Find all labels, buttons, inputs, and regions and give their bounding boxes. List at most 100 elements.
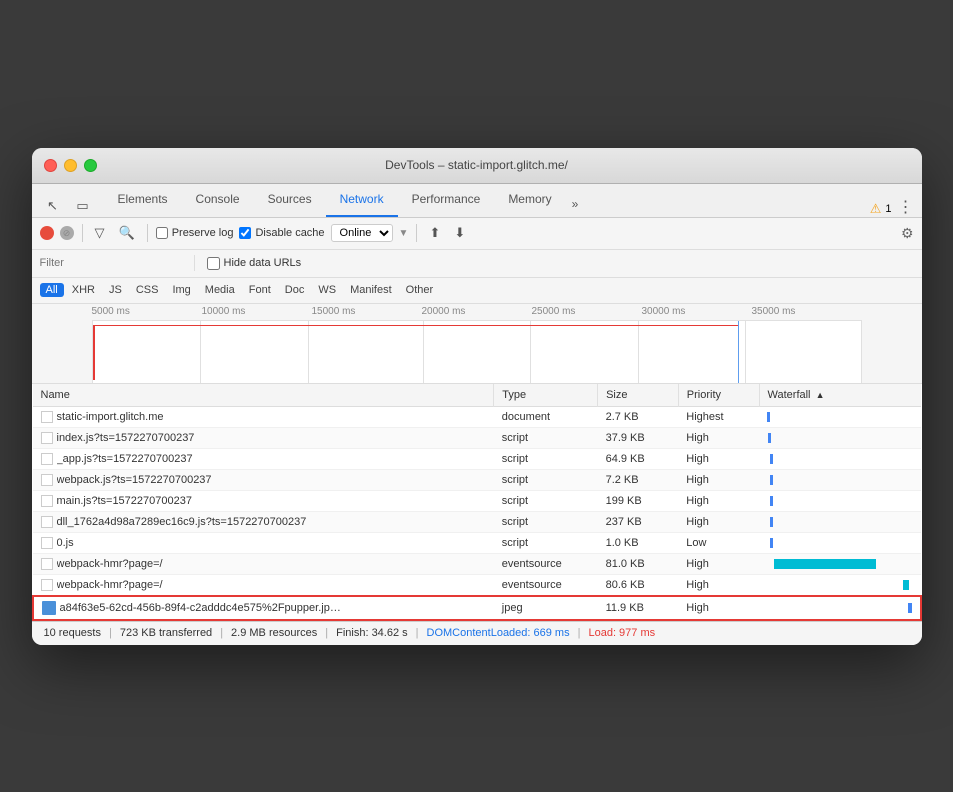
row-name: _app.js?ts=1572270700237 — [33, 448, 494, 469]
filter-font[interactable]: Font — [243, 283, 277, 297]
import-icon[interactable]: ⬆ — [425, 223, 444, 243]
row-priority: High — [678, 511, 759, 532]
timeline-gridline-2 — [308, 321, 309, 383]
table-row[interactable]: static-import.glitch.medocument2.7 KBHig… — [33, 406, 921, 427]
waterfall-bar — [767, 412, 770, 422]
preserve-log-checkbox[interactable] — [156, 227, 168, 239]
row-name: 0.js — [33, 532, 494, 553]
table-row[interactable]: main.js?ts=1572270700237script199 KBHigh — [33, 490, 921, 511]
row-size: 1.0 KB — [598, 532, 679, 553]
filter-js[interactable]: JS — [103, 283, 128, 297]
disable-cache-checkbox[interactable] — [239, 227, 251, 239]
timeline-gridline-1 — [200, 321, 201, 383]
table-row[interactable]: webpack-hmr?page=/eventsource80.6 KBHigh — [33, 574, 921, 596]
filter-all[interactable]: All — [40, 283, 64, 297]
filter-input[interactable] — [40, 257, 182, 269]
filter-manifest[interactable]: Manifest — [344, 283, 398, 297]
row-priority: High — [678, 427, 759, 448]
row-priority: High — [678, 596, 759, 620]
hide-data-urls-label[interactable]: Hide data URLs — [207, 257, 302, 270]
tab-performance[interactable]: Performance — [398, 183, 495, 217]
preserve-log-label[interactable]: Preserve log — [156, 227, 234, 239]
network-table-container[interactable]: Name Type Size Priority Waterfall ▲ stat… — [32, 384, 922, 621]
separator2 — [147, 224, 148, 242]
table-row[interactable]: a84f63e5-62cd-456b-89f4-c2adddc4e575%2Fp… — [33, 596, 921, 620]
title-bar: DevTools – static-import.glitch.me/ — [32, 148, 922, 184]
row-waterfall — [759, 532, 920, 553]
row-type: eventsource — [494, 574, 598, 596]
nav-tabs: ↖ ▭ Elements Console Sources Network Per… — [32, 184, 922, 218]
tab-elements[interactable]: Elements — [104, 183, 182, 217]
more-tabs-button[interactable]: » — [566, 191, 585, 217]
row-waterfall — [759, 490, 920, 511]
col-priority[interactable]: Priority — [678, 384, 759, 407]
disable-cache-label[interactable]: Disable cache — [239, 227, 324, 239]
filter-ws[interactable]: WS — [312, 283, 342, 297]
waterfall-bar — [770, 538, 773, 548]
row-waterfall — [759, 469, 920, 490]
tab-sources[interactable]: Sources — [254, 183, 326, 217]
table-row[interactable]: webpack-hmr?page=/eventsource81.0 KBHigh — [33, 553, 921, 574]
row-name: a84f63e5-62cd-456b-89f4-c2adddc4e575%2Fp… — [33, 596, 494, 620]
filter-doc[interactable]: Doc — [279, 283, 311, 297]
separator — [82, 224, 83, 242]
tab-memory[interactable]: Memory — [494, 183, 565, 217]
record-button[interactable] — [40, 226, 54, 240]
filter-media[interactable]: Media — [199, 283, 241, 297]
row-size: 81.0 KB — [598, 553, 679, 574]
timeline-label-7: 35000 ms — [752, 306, 862, 320]
row-name: main.js?ts=1572270700237 — [33, 490, 494, 511]
waterfall-bar — [768, 433, 771, 443]
row-size: 11.9 KB — [598, 596, 679, 620]
maximize-button[interactable] — [84, 159, 97, 172]
table-row[interactable]: 0.jsscript1.0 KBLow — [33, 532, 921, 553]
timeline-labels: 5000 ms 10000 ms 15000 ms 20000 ms 25000… — [32, 304, 922, 320]
row-name: static-import.glitch.me — [33, 406, 494, 427]
warning-count: 1 — [885, 203, 891, 215]
filter-other[interactable]: Other — [400, 283, 440, 297]
row-waterfall — [759, 596, 920, 620]
export-icon[interactable]: ⬇ — [450, 223, 469, 243]
row-type: script — [494, 469, 598, 490]
timeline-gridline-6 — [745, 321, 746, 383]
row-waterfall — [759, 511, 920, 532]
clear-button[interactable]: ⊘ — [60, 226, 74, 240]
filter-css[interactable]: CSS — [130, 283, 165, 297]
filter-xhr[interactable]: XHR — [66, 283, 101, 297]
sort-arrow-icon: ▲ — [816, 390, 825, 400]
table-row[interactable]: webpack.js?ts=1572270700237script7.2 KBH… — [33, 469, 921, 490]
filter-icon[interactable]: ▽ — [91, 223, 109, 243]
timeline-gridline-4 — [530, 321, 531, 383]
row-waterfall — [759, 574, 920, 596]
col-waterfall[interactable]: Waterfall ▲ — [759, 384, 920, 407]
timeline-label-1: 5000 ms — [92, 306, 202, 320]
settings-icon[interactable]: ⚙ — [901, 225, 914, 242]
table-row[interactable]: _app.js?ts=1572270700237script64.9 KBHig… — [33, 448, 921, 469]
col-size[interactable]: Size — [598, 384, 679, 407]
tab-console[interactable]: Console — [182, 183, 254, 217]
device-icon[interactable]: ▭ — [70, 195, 96, 217]
row-type: document — [494, 406, 598, 427]
throttle-dropdown[interactable]: Online — [331, 224, 393, 242]
hide-data-urls-checkbox[interactable] — [207, 257, 220, 270]
col-type[interactable]: Type — [494, 384, 598, 407]
file-icon — [41, 579, 53, 591]
tab-network[interactable]: Network — [326, 183, 398, 217]
table-row[interactable]: dll_1762a4d98a7289ec16c9.js?ts=157227070… — [33, 511, 921, 532]
col-name[interactable]: Name — [33, 384, 494, 407]
row-name: webpack-hmr?page=/ — [33, 574, 494, 596]
minimize-button[interactable] — [64, 159, 77, 172]
cursor-icon[interactable]: ↖ — [40, 195, 66, 217]
row-name: index.js?ts=1572270700237 — [33, 427, 494, 448]
finish-time: Finish: 34.62 s — [336, 627, 408, 639]
close-button[interactable] — [44, 159, 57, 172]
table-row[interactable]: index.js?ts=1572270700237script37.9 KBHi… — [33, 427, 921, 448]
search-icon[interactable]: 🔍 — [115, 223, 139, 243]
waterfall-bar — [770, 496, 773, 506]
more-options-icon[interactable]: ⋮ — [898, 197, 914, 217]
warning-icon: ⚠ — [870, 201, 882, 217]
row-size: 64.9 KB — [598, 448, 679, 469]
row-priority: High — [678, 553, 759, 574]
waterfall-bar-tiny — [908, 603, 912, 613]
filter-img[interactable]: Img — [166, 283, 196, 297]
